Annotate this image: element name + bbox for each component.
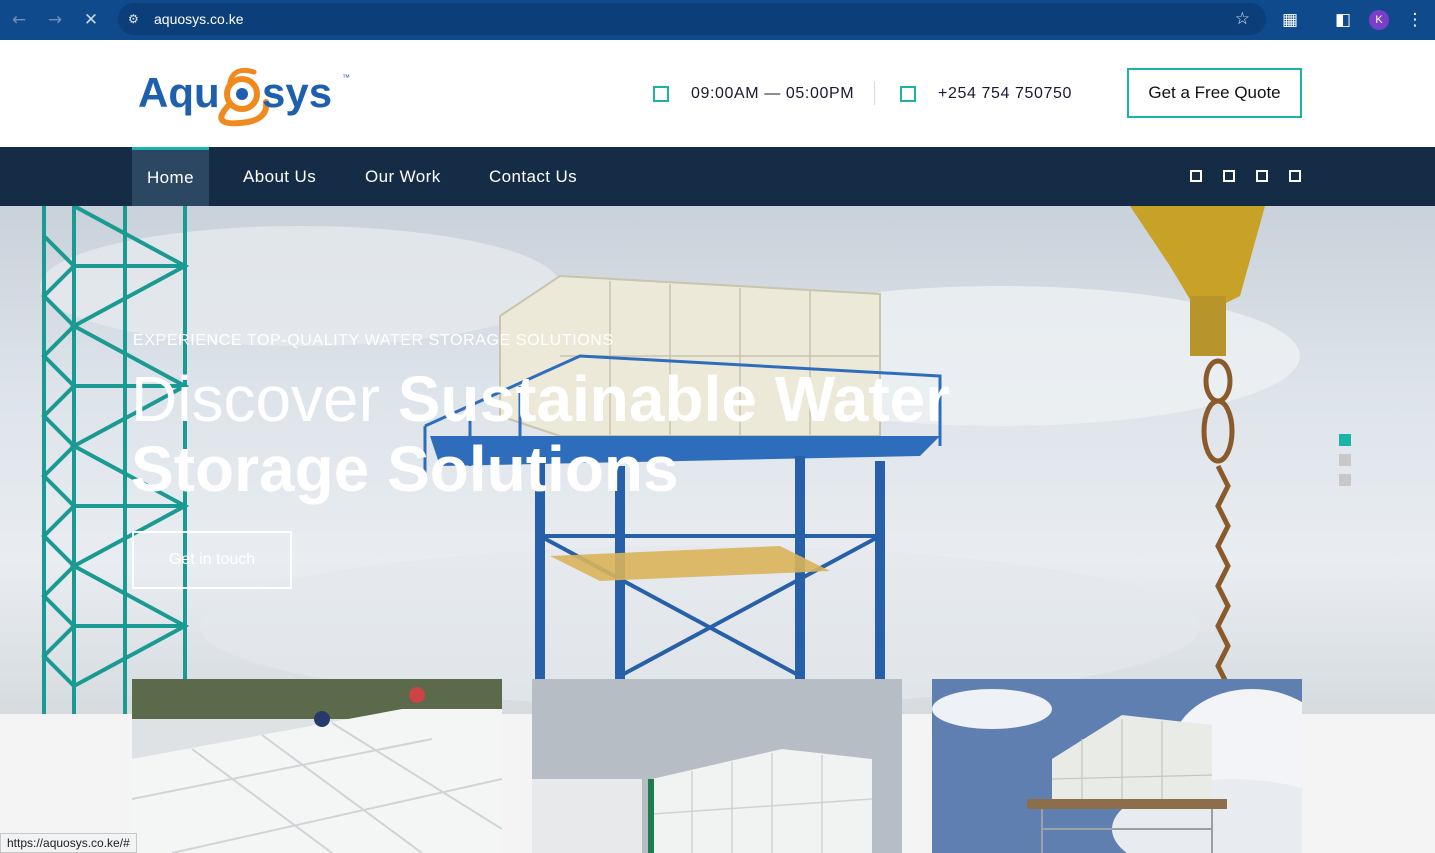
feature-card-2-image [532,679,902,853]
phone-text[interactable]: +254 754 750750 [938,85,1072,103]
profile-avatar[interactable]: K [1369,10,1389,30]
hero-slider: Experience top-quality water storage sol… [0,206,1435,714]
instagram-icon[interactable] [1256,170,1268,182]
logo-text-sys: sys [262,69,332,116]
feature-card-2[interactable] [532,679,902,853]
free-quote-button[interactable]: Get a Free Quote [1127,68,1302,118]
nav-item-contact-us[interactable]: Contact Us [489,147,577,206]
facebook-icon[interactable] [1190,170,1202,182]
logo-swirl-icon [218,67,270,127]
menu-kebab-icon[interactable]: ⋮ [1401,6,1429,34]
main-navigation: Home About Us Our Work Contact Us [0,147,1435,206]
slider-dot-3[interactable] [1339,474,1351,486]
side-panel-icon[interactable]: ◧ [1329,6,1357,34]
hero-title-light: Discover [131,363,398,435]
opening-hours: 09:00AM — 05:00PM [653,84,854,104]
stop-loading-icon[interactable]: ✕ [76,5,106,35]
logo-trademark: ™ [342,73,350,82]
nav-item-our-work[interactable]: Our Work [365,147,441,206]
slider-dot-2[interactable] [1339,454,1351,466]
get-in-touch-button[interactable]: Get in touch [132,531,292,589]
forward-icon[interactable]: → [40,5,70,35]
feature-card-1-image [132,679,502,853]
status-bar-url: https://aquosys.co.ke/# [0,833,137,853]
hero-title: Discover Sustainable Water Storage Solut… [131,364,991,504]
hero-subtitle: Experience top-quality water storage sol… [133,332,614,349]
feature-card-3[interactable] [932,679,1302,853]
aquosys-logo[interactable]: Aqu sys ™ [138,62,353,132]
feature-card-1[interactable] [132,679,502,853]
bookmark-star-icon[interactable]: ☆ [1235,9,1250,29]
phone-contact: +254 754 750750 [900,84,1072,104]
slider-dot-1[interactable] [1339,434,1351,446]
extensions-icon[interactable]: ▦ [1276,6,1304,34]
address-bar[interactable]: ⚙ aquosys.co.ke ☆ [118,3,1266,35]
contact-divider [874,81,875,105]
url-text[interactable]: aquosys.co.ke [154,11,244,27]
logo-text-aqu: Aqu [138,69,220,116]
linkedin-icon[interactable] [1289,170,1301,182]
opening-hours-text: 09:00AM — 05:00PM [691,85,855,102]
site-settings-icon[interactable]: ⚙ [128,12,144,26]
twitter-icon[interactable] [1223,170,1235,182]
browser-toolbar: ← → ✕ ⚙ aquosys.co.ke ☆ ▦ ◧ K ⋮ [0,0,1435,40]
phone-icon [900,86,916,102]
feature-card-3-image [932,679,1302,853]
nav-item-about-us[interactable]: About Us [243,147,316,206]
clock-icon [653,86,669,102]
nav-item-home[interactable]: Home [132,147,209,206]
back-icon[interactable]: ← [4,5,34,35]
